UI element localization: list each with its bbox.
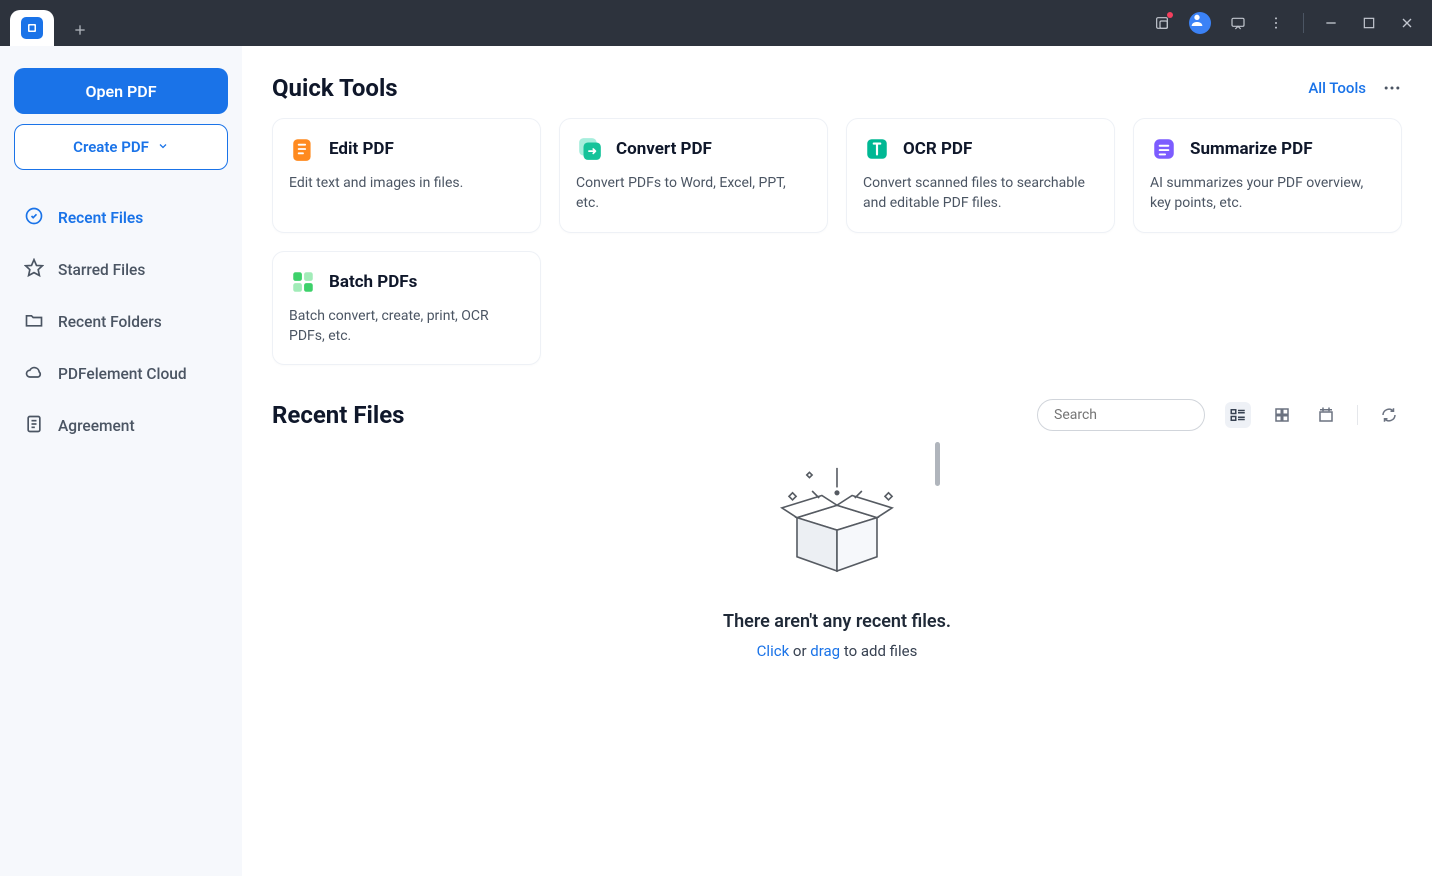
sidebar-item-label: Recent Folders	[58, 313, 162, 331]
titlebar-divider	[1303, 13, 1304, 33]
create-pdf-label: Create PDF	[73, 138, 149, 156]
sidebar-item-starred-files[interactable]: Starred Files	[14, 246, 228, 294]
chevron-down-icon	[157, 140, 169, 155]
app-logo-icon	[21, 17, 43, 39]
tool-desc: Convert scanned files to searchable and …	[863, 173, 1098, 214]
home-tab[interactable]	[10, 10, 54, 46]
tool-card-ocr-pdf[interactable]: OCR PDF Convert scanned files to searcha…	[846, 118, 1115, 233]
search-input[interactable]	[1054, 407, 1232, 423]
sidebar-item-pdfelement-cloud[interactable]: PDFelement Cloud	[14, 350, 228, 398]
scroll-indicator[interactable]	[935, 442, 940, 486]
close-button[interactable]	[1390, 6, 1424, 40]
tool-desc: Batch convert, create, print, OCR PDFs, …	[289, 306, 524, 347]
titlebar-actions	[1145, 6, 1432, 40]
open-pdf-button[interactable]: Open PDF	[14, 68, 228, 114]
grid-view-button[interactable]	[1269, 402, 1295, 428]
tab-strip	[0, 0, 96, 46]
sidebar-item-label: PDFelement Cloud	[58, 365, 187, 383]
recent-files-empty-state: There aren't any recent files. Click or …	[272, 459, 1402, 660]
empty-or-text: or	[789, 642, 810, 660]
tool-title: Edit PDF	[329, 139, 394, 159]
notification-icon[interactable]	[1145, 6, 1179, 40]
more-menu-icon[interactable]	[1382, 78, 1402, 98]
tool-title: OCR PDF	[903, 139, 972, 159]
edit-pdf-icon	[289, 135, 317, 163]
empty-state-subtitle: Click or drag to add files	[757, 642, 918, 660]
star-icon	[24, 258, 44, 282]
document-icon	[24, 414, 44, 438]
feedback-icon[interactable]	[1221, 6, 1255, 40]
app-body: Open PDF Create PDF Recent Files Starred…	[0, 46, 1432, 876]
tool-desc: Edit text and images in files.	[289, 173, 524, 193]
batch-pdfs-icon	[289, 268, 317, 296]
empty-suffix-text: to add files	[840, 642, 917, 660]
quick-tools-header: Quick Tools All Tools	[272, 74, 1402, 102]
sidebar-item-recent-files[interactable]: Recent Files	[14, 194, 228, 242]
titlebar	[0, 0, 1432, 46]
sidebar-item-label: Recent Files	[58, 209, 143, 227]
quick-tools-grid: Edit PDF Edit text and images in files. …	[272, 118, 1402, 365]
create-pdf-button[interactable]: Create PDF	[14, 124, 228, 170]
avatar-icon	[1189, 12, 1211, 34]
search-box[interactable]	[1037, 399, 1205, 431]
empty-state-title: There aren't any recent files.	[723, 611, 951, 632]
tool-desc: AI summarizes your PDF overview, key poi…	[1150, 173, 1385, 214]
sidebar-item-label: Agreement	[58, 417, 135, 435]
recent-files-heading: Recent Files	[272, 401, 1037, 429]
cloud-icon	[24, 362, 44, 386]
sidebar-item-label: Starred Files	[58, 261, 145, 279]
account-button[interactable]	[1183, 6, 1217, 40]
empty-box-icon	[757, 459, 917, 589]
tool-title: Summarize PDF	[1190, 139, 1313, 159]
list-view-button[interactable]	[1225, 402, 1251, 428]
tool-card-convert-pdf[interactable]: Convert PDF Convert PDFs to Word, Excel,…	[559, 118, 828, 233]
quick-tools-heading: Quick Tools	[272, 74, 398, 102]
maximize-button[interactable]	[1352, 6, 1386, 40]
convert-pdf-icon	[576, 135, 604, 163]
view-toggle-group	[1225, 402, 1402, 428]
summarize-pdf-icon	[1150, 135, 1178, 163]
empty-drag-link[interactable]: drag	[810, 642, 840, 660]
sidebar-item-recent-folders[interactable]: Recent Folders	[14, 298, 228, 346]
empty-click-link[interactable]: Click	[757, 642, 790, 660]
sidebar: Open PDF Create PDF Recent Files Starred…	[0, 46, 242, 876]
sidebar-nav: Recent Files Starred Files Recent Folder…	[14, 194, 228, 450]
minimize-button[interactable]	[1314, 6, 1348, 40]
timeline-view-button[interactable]	[1313, 402, 1339, 428]
tool-card-edit-pdf[interactable]: Edit PDF Edit text and images in files.	[272, 118, 541, 233]
ocr-pdf-icon	[863, 135, 891, 163]
tool-title: Convert PDF	[616, 139, 712, 159]
refresh-button[interactable]	[1376, 402, 1402, 428]
recent-files-header: Recent Files	[272, 399, 1402, 431]
tool-desc: Convert PDFs to Word, Excel, PPT, etc.	[576, 173, 811, 214]
view-divider	[1357, 405, 1358, 425]
tool-card-summarize-pdf[interactable]: Summarize PDF AI summarizes your PDF ove…	[1133, 118, 1402, 233]
clock-check-icon	[24, 206, 44, 230]
new-tab-button[interactable]	[64, 14, 96, 46]
sidebar-item-agreement[interactable]: Agreement	[14, 402, 228, 450]
all-tools-link[interactable]: All Tools	[1308, 79, 1366, 97]
kebab-menu-icon[interactable]	[1259, 6, 1293, 40]
open-pdf-label: Open PDF	[85, 82, 156, 101]
tool-card-batch-pdfs[interactable]: Batch PDFs Batch convert, create, print,…	[272, 251, 541, 366]
folder-icon	[24, 310, 44, 334]
tool-title: Batch PDFs	[329, 272, 417, 292]
main-content: Quick Tools All Tools Edit PDF Edit text…	[242, 46, 1432, 876]
